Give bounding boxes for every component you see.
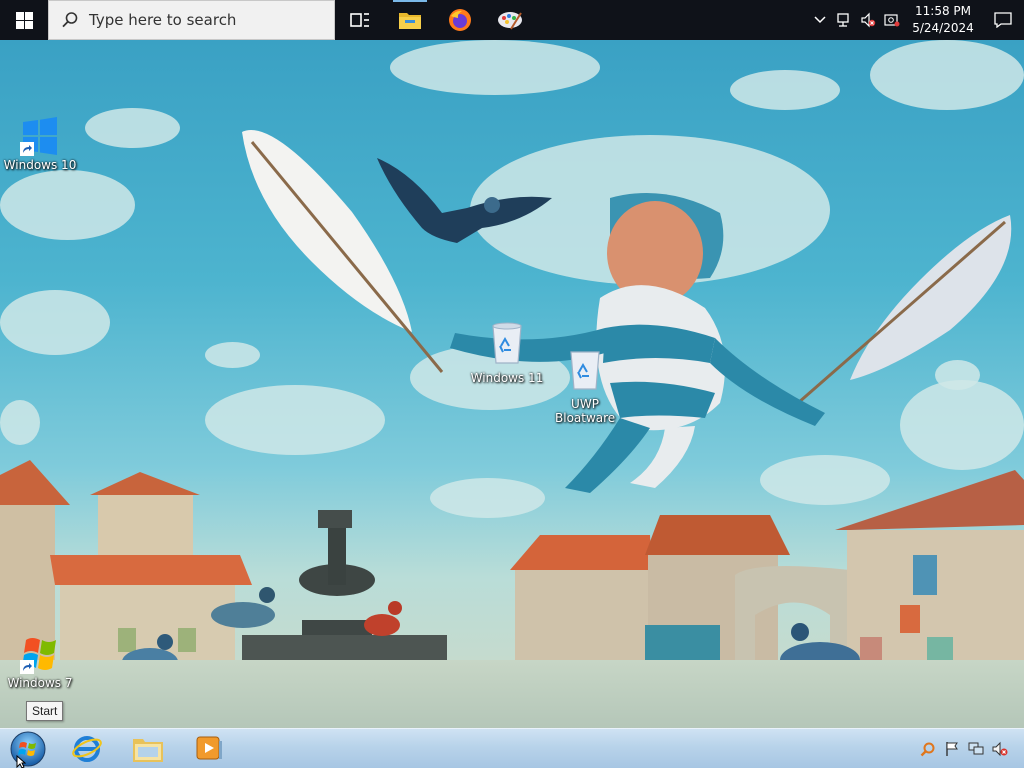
desktop-icon-label: Windows 10 — [3, 158, 77, 172]
action-center-button[interactable] — [982, 0, 1024, 40]
media-player-button[interactable] — [178, 729, 239, 768]
battery-icon — [884, 14, 900, 27]
notification-icon — [994, 12, 1012, 28]
desktop-icon-label: UWP Bloatware — [555, 397, 616, 425]
desktop-icon-label: Windows 11 — [470, 371, 544, 385]
clock-time: 11:58 PM — [915, 4, 971, 18]
internet-explorer-button[interactable] — [56, 729, 117, 768]
shortcut-arrow-icon — [20, 660, 34, 674]
network-tray-button[interactable] — [832, 0, 856, 40]
network-tray-button-win7[interactable] — [968, 741, 984, 757]
bottom-taskbar — [0, 728, 1024, 768]
network-icon — [968, 742, 984, 754]
start-button[interactable] — [0, 0, 48, 40]
standing-bird-fountain-illustration — [211, 587, 275, 628]
system-tray: 11:58 PM 5/24/2024 — [808, 0, 1024, 40]
file-explorer-icon — [399, 13, 421, 29]
start-orb-icon — [10, 731, 46, 766]
desktop-icon-uwp-bloatware[interactable]: UWP Bloatware — [545, 348, 625, 425]
paint-icon — [498, 12, 522, 30]
windows-explorer-button[interactable] — [117, 729, 178, 768]
search-icon — [920, 742, 935, 756]
recycle-bin-icon — [570, 351, 600, 390]
volume-muted-icon — [992, 741, 1008, 756]
volume-tray-button[interactable] — [856, 0, 880, 40]
action-center-flag-button[interactable] — [944, 741, 960, 757]
search-box[interactable]: Type here to search — [48, 0, 335, 40]
firefox-button[interactable] — [435, 0, 485, 40]
internet-explorer-icon — [71, 735, 102, 762]
shortcut-arrow-icon — [20, 142, 34, 156]
recycle-bin-icon — [492, 322, 522, 364]
chevron-up-icon — [814, 16, 826, 24]
clock[interactable]: 11:58 PM 5/24/2024 — [904, 3, 982, 37]
paint-button[interactable] — [485, 0, 535, 40]
desktop-icon-windows-7[interactable]: Windows 7 — [0, 634, 80, 690]
clock-date: 5/24/2024 — [912, 21, 974, 35]
network-icon — [837, 13, 849, 27]
volume-tray-button-win7[interactable] — [992, 741, 1008, 757]
file-explorer-button[interactable] — [385, 0, 435, 40]
search-placeholder: Type here to search — [89, 11, 237, 29]
volume-muted-icon — [861, 12, 876, 28]
media-player-icon — [196, 736, 222, 759]
system-tray-win7 — [920, 741, 1024, 757]
power-tray-button[interactable] — [880, 0, 904, 40]
top-taskbar: Type here to search 11:58 PM 5/24/2024 — [0, 0, 1024, 40]
start-tooltip: Start — [26, 701, 64, 721]
windows-explorer-icon — [132, 738, 163, 762]
task-view-icon — [350, 13, 369, 27]
firefox-icon — [449, 9, 471, 31]
desktop-icon-windows-11[interactable]: Windows 11 — [467, 322, 547, 385]
search-tray-button[interactable] — [920, 741, 936, 757]
start-orb-button[interactable] — [0, 729, 56, 768]
task-view-button[interactable] — [335, 0, 385, 40]
red-bird-illustration — [364, 601, 402, 636]
flag-icon — [946, 741, 958, 756]
show-hidden-icons-button[interactable] — [808, 0, 832, 40]
desktop-icon-windows-10[interactable]: Windows 10 — [0, 116, 80, 172]
ground-plaza — [0, 660, 1024, 728]
search-icon — [62, 12, 78, 28]
desktop-icon-label: Windows 7 — [7, 676, 73, 690]
windows-logo-icon — [15, 11, 33, 29]
mouse-cursor-icon — [16, 754, 26, 768]
